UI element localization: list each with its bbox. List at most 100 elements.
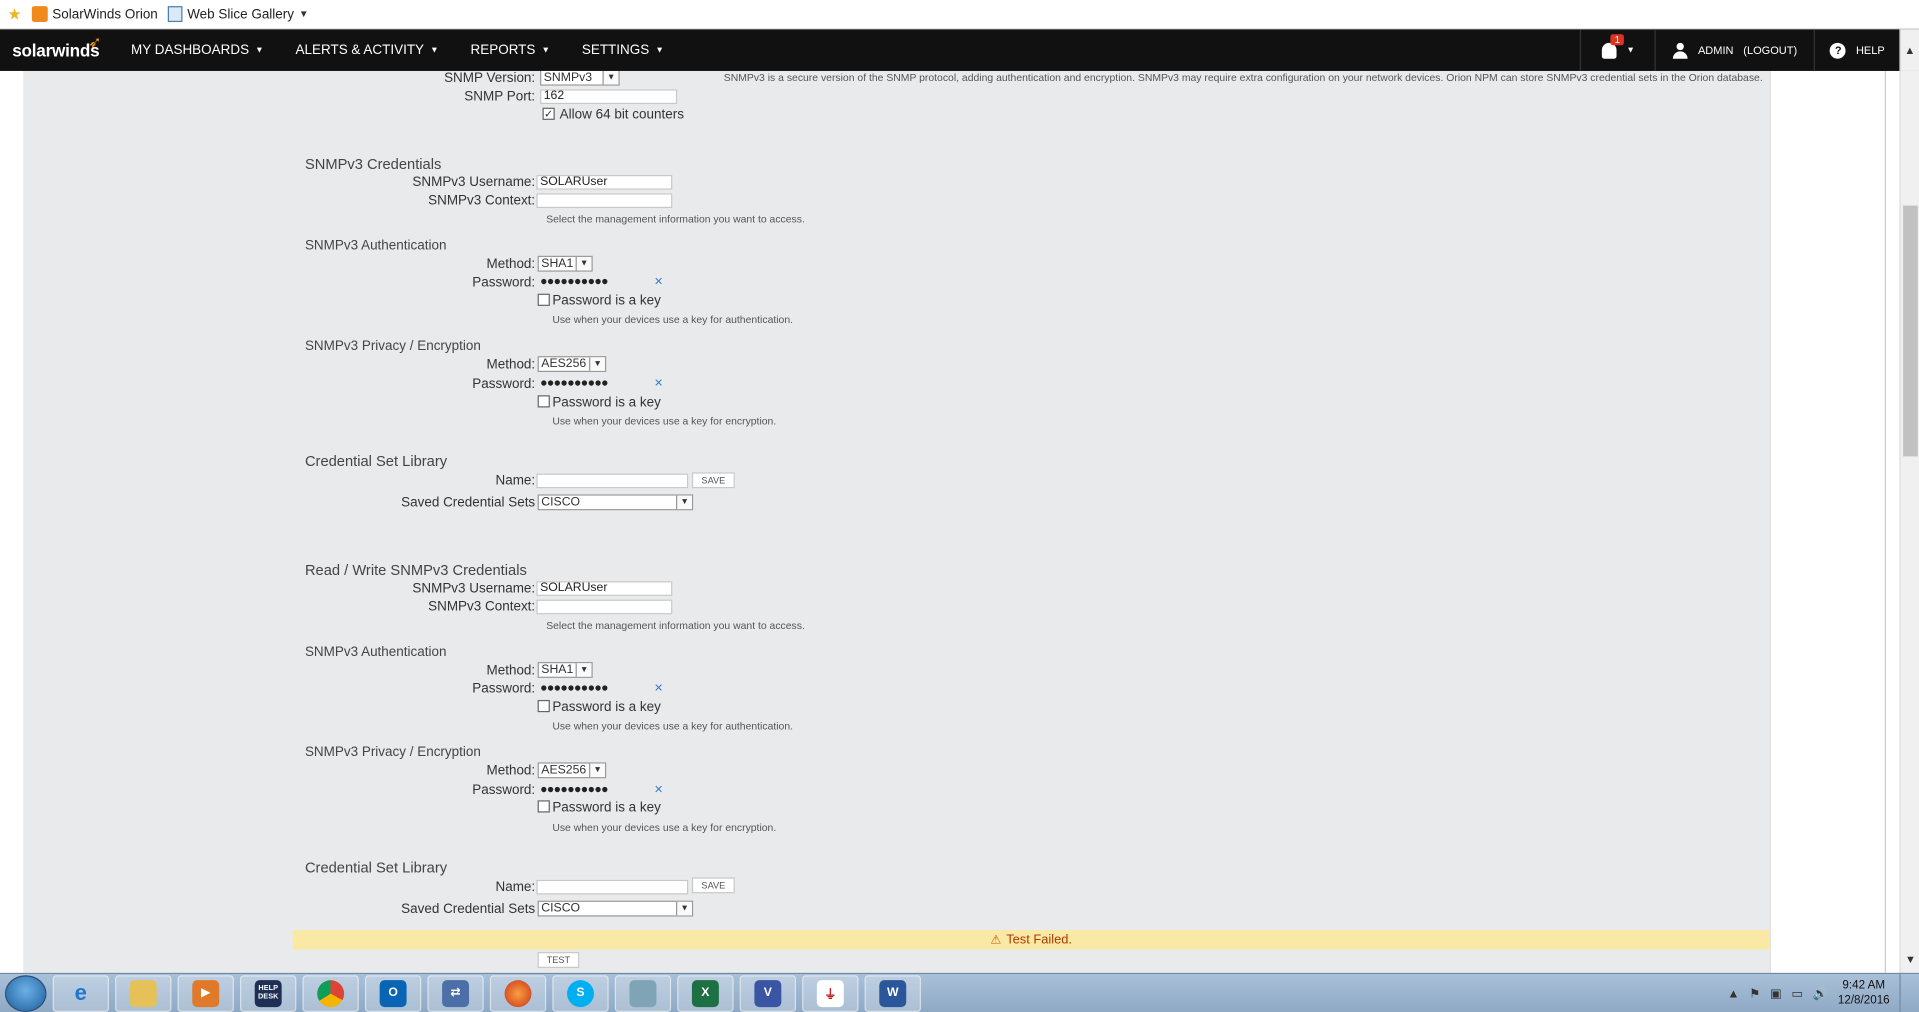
taskbar-outlook[interactable]: O [364,974,422,1012]
nav-my-dashboards[interactable]: MY DASHBOARDS ▼ [131,43,264,58]
nav-reports[interactable]: REPORTS ▼ [471,43,551,58]
context-label: SNMPv3 Context: [428,599,536,615]
clear-icon[interactable]: ✕ [654,682,663,695]
priv-key-label: Password is a key [552,395,661,410]
auth-password-label: Password: [472,275,536,291]
clock[interactable]: 9:42 AM 12/8/2016 [1838,979,1890,1008]
system-tray: ▲ ⚑ ▣ ▭ 🔊 9:42 AM 12/8/2016 [1727,974,1919,1012]
priv-key-checkbox[interactable] [537,800,550,813]
taskbar-file-explorer[interactable] [115,974,172,1012]
folder-icon [129,979,157,1007]
priv-method-select[interactable]: AES256 ▼ [537,356,607,373]
user-menu[interactable]: ADMIN (LOGOUT) [1656,29,1814,71]
priv-password-input[interactable]: ●●●●●●●●●● [536,783,667,798]
help-button[interactable]: ? HELP [1816,29,1900,71]
auth-key-hint: Use when your devices use a key for auth… [552,313,794,326]
library-name-input[interactable] [536,879,689,895]
taskbar-app[interactable] [614,974,672,1012]
nav-settings[interactable]: SETTINGS ▼ [582,43,664,58]
test-button[interactable]: TEST [537,952,580,968]
snmp-port-input[interactable]: 162 [540,89,678,105]
auth-method-select[interactable]: SHA1 ▼ [537,255,593,272]
context-input[interactable] [536,193,673,209]
clear-icon[interactable]: ✕ [654,275,663,288]
notifications-button[interactable]: 1 ▼ [1582,29,1655,71]
show-hidden-icons-icon[interactable]: ▲ [1727,987,1739,1000]
start-button[interactable] [4,974,47,1012]
context-input[interactable] [536,599,673,615]
saved-sets-label: Saved Credential Sets [401,901,536,917]
nav-label: MY DASHBOARDS [131,42,250,58]
chevron-down-icon: ▼ [575,663,592,677]
favorites-star-icon[interactable]: ★ [7,4,21,24]
saved-sets-value: CISCO [541,495,581,510]
taskbar-excel[interactable]: X [677,974,734,1012]
test-status-bar: ⚠ Test Failed. [292,930,1770,950]
taskbar-media-player[interactable]: ▶ [177,974,234,1012]
saved-sets-select[interactable]: CISCO ▼ [537,494,694,511]
chevron-down-icon: ▼ [589,763,605,778]
priv-method-label: Method: [486,357,536,373]
library-title: Credential Set Library [304,452,448,470]
taskbar-visio[interactable]: V [739,974,797,1012]
priv-password-input[interactable]: ●●●●●●●●●● [536,377,667,392]
snmp-version-select[interactable]: SNMPv3 ▼ [540,70,620,86]
web-slice-gallery[interactable]: Web Slice Gallery ▼ [167,6,309,23]
library-name-input[interactable] [536,473,689,489]
taskbar-firefox[interactable] [489,974,547,1012]
taskbar-skype[interactable]: S [552,974,609,1012]
volume-icon[interactable]: 🔊 [1813,987,1828,1000]
network-tray-icon[interactable]: ▣ [1770,987,1782,1000]
taskbar-network-tool[interactable]: ⇄ [427,974,484,1012]
word-icon: W [879,979,907,1007]
solarwinds-logo[interactable]: solarwinds ➶ [0,33,122,60]
clock-date: 12/8/2016 [1837,993,1890,1008]
priv-key-label: Password is a key [552,800,661,815]
logout-link[interactable]: (LOGOUT) [1743,44,1797,56]
username-input[interactable]: SOLARUser [536,581,673,596]
media-player-icon: ▶ [192,979,220,1007]
action-center-flag-icon[interactable]: ⚑ [1749,987,1760,1000]
nav-alerts-activity[interactable]: ALERTS & ACTIVITY ▼ [296,43,439,58]
save-button[interactable]: SAVE [691,877,735,894]
snmp-version-value: SNMPv3 [543,70,593,85]
web-slice-label: Web Slice Gallery [187,6,295,22]
web-slice-icon [167,6,183,23]
solarwinds-favicon-icon [31,6,48,23]
taskbar-help-desk[interactable]: HELP DESK [240,974,297,1012]
priv-key-checkbox[interactable] [537,395,550,408]
clear-icon[interactable]: ✕ [654,377,663,390]
save-button[interactable]: SAVE [691,472,735,489]
saved-sets-label: Saved Credential Sets [401,495,536,511]
monitor-tray-icon[interactable]: ▭ [1791,987,1803,1000]
taskbar-chrome[interactable] [302,974,359,1012]
library-name-label: Name: [495,879,536,895]
auth-method-select[interactable]: SHA1 ▼ [537,662,593,678]
favorite-solarwinds-orion[interactable]: SolarWinds Orion [31,6,158,23]
auth-password-input[interactable]: ●●●●●●●●●● [536,682,667,697]
auth-key-checkbox[interactable] [537,699,550,713]
taskbar-word[interactable]: W [864,974,921,1012]
taskbar-acrobat[interactable]: ⏚ [802,974,859,1012]
nav-label: SETTINGS [581,42,650,58]
chevron-down-icon: ▼ [575,256,592,271]
show-desktop-button[interactable] [1899,974,1909,1012]
auth-password-label: Password: [472,681,536,697]
chevron-down-icon: ▼ [589,357,605,371]
auth-password-input[interactable]: ●●●●●●●●●● [536,275,667,290]
priv-method-select[interactable]: AES256 ▼ [537,762,607,779]
help-icon: ? [1830,42,1847,59]
username-input[interactable]: SOLARUser [536,174,673,190]
auth-key-label: Password is a key [552,699,661,715]
allow-64bit-checkbox[interactable]: ✓ [542,107,555,120]
saved-sets-select[interactable]: CISCO ▼ [537,900,694,917]
taskbar-internet-explorer[interactable]: e [52,974,109,1012]
auth-key-checkbox[interactable] [537,293,550,306]
scroll-down-icon[interactable]: ▼ [1901,953,1919,965]
scroll-up-button[interactable]: ▲ [1899,29,1919,71]
clear-icon[interactable]: ✕ [654,783,663,796]
vertical-scrollbar[interactable]: ▼ [1899,70,1919,973]
scrollbar-thumb[interactable] [1903,205,1918,457]
excel-icon: X [691,979,719,1007]
username-label: SNMPv3 Username: [412,174,536,190]
